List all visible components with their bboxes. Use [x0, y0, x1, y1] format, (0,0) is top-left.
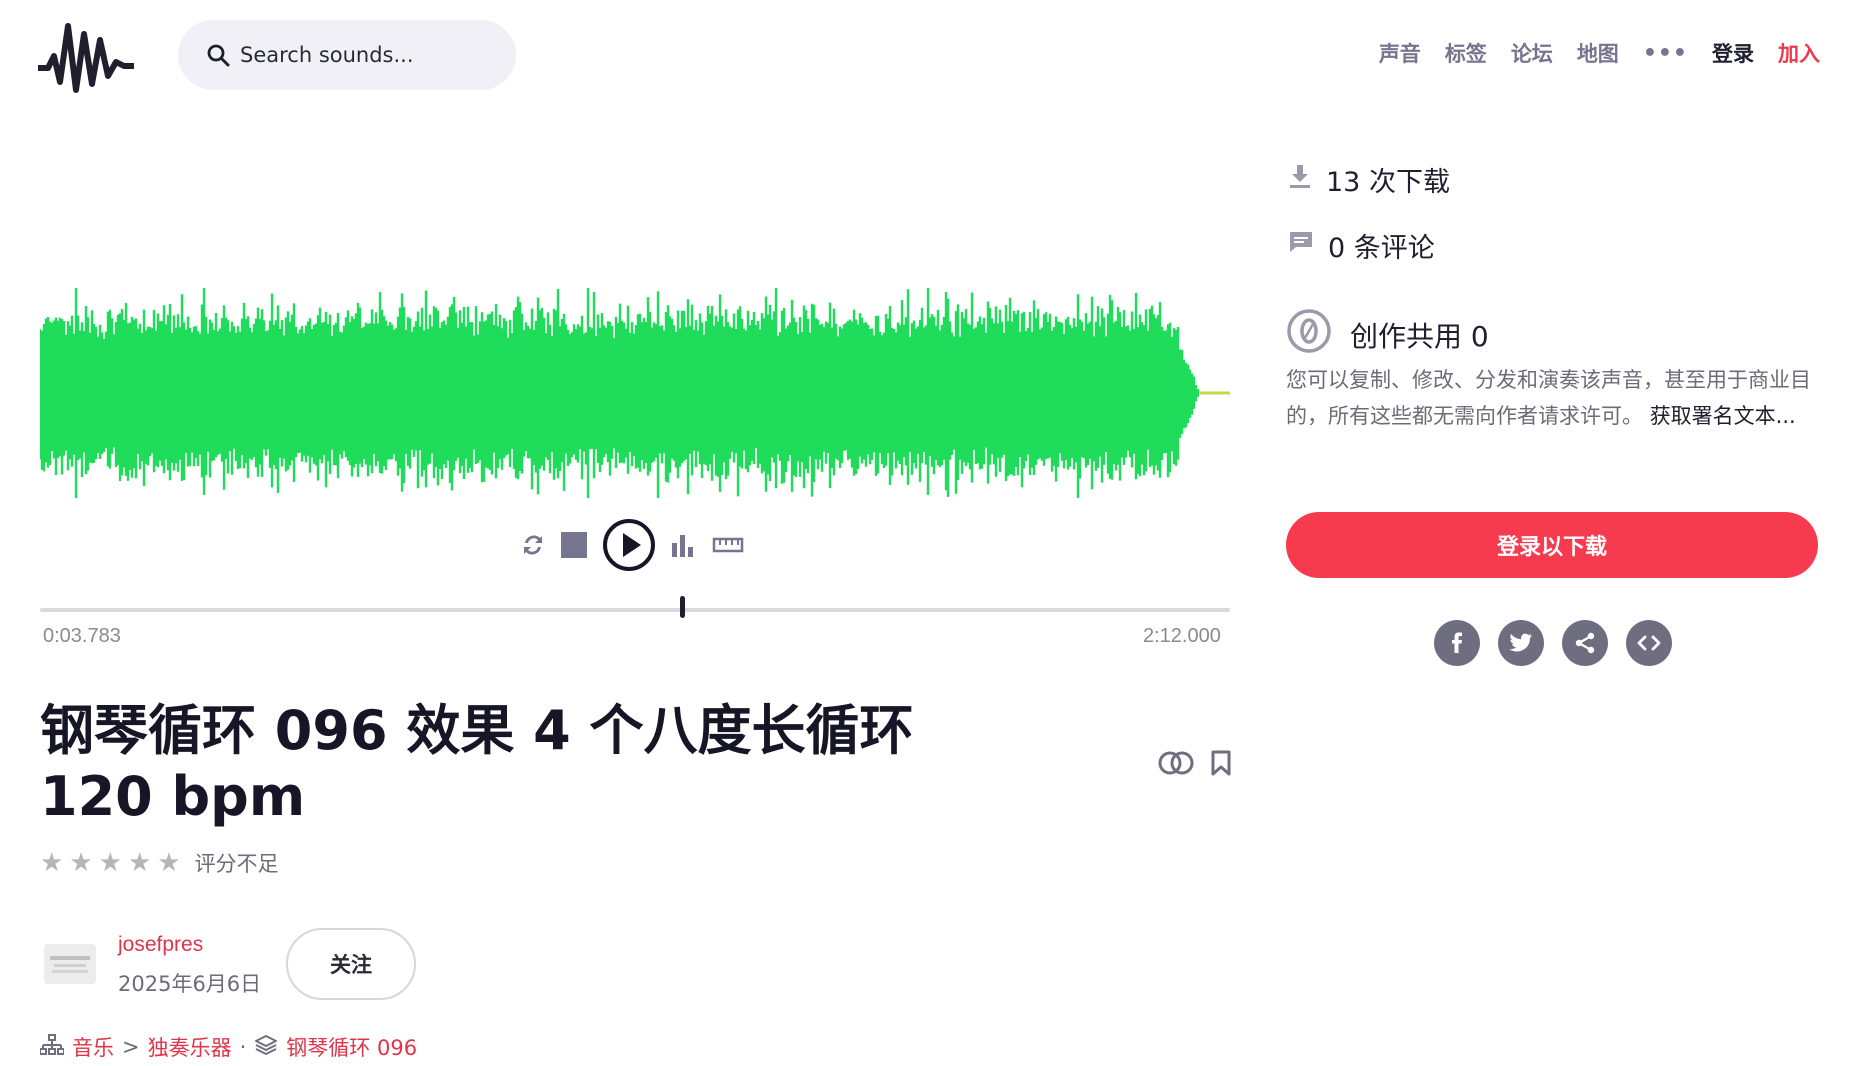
search-input[interactable]: [240, 43, 490, 67]
rating-star[interactable]: ★: [157, 848, 180, 878]
bookmark-icon[interactable]: [1210, 750, 1232, 780]
license-description: 您可以复制、修改、分发和演奏该声音，甚至用于商业目的，所有这些都无需向作者请求许…: [1286, 362, 1818, 434]
login-to-download-button[interactable]: 登录以下载: [1286, 512, 1818, 578]
progress-bar[interactable]: [40, 596, 1230, 618]
ruler-icon[interactable]: [712, 535, 744, 555]
top-nav: 声音 标签 论坛 地图 ••• 登录 加入: [1379, 38, 1820, 68]
nav-forum[interactable]: 论坛: [1511, 38, 1553, 68]
twitter-icon[interactable]: [1498, 620, 1544, 666]
stop-icon[interactable]: [560, 531, 588, 559]
logo-waveform-icon[interactable]: [38, 18, 134, 96]
download-icon: [1288, 163, 1312, 196]
play-icon[interactable]: [602, 518, 656, 572]
license-title[interactable]: 创作共用 0: [1350, 315, 1489, 355]
more-menu-icon[interactable]: •••: [1643, 41, 1688, 66]
attribution-link[interactable]: 获取署名文本...: [1650, 404, 1796, 428]
spectrogram-icon[interactable]: [670, 531, 698, 559]
comment-icon: [1288, 230, 1314, 261]
facebook-icon[interactable]: [1434, 620, 1480, 666]
sound-title: 钢琴循环 096 效果 4 个八度长循环 120 bpm: [40, 699, 914, 828]
login-link[interactable]: 登录: [1712, 38, 1754, 68]
author-link[interactable]: josefpres: [118, 933, 203, 957]
rating-star[interactable]: ★: [69, 848, 92, 878]
share-icon[interactable]: [1562, 620, 1608, 666]
search-icon: [207, 44, 230, 67]
pack-link[interactable]: 钢琴循环 096: [286, 1032, 417, 1062]
join-link[interactable]: 加入: [1778, 38, 1820, 68]
subcategory-link[interactable]: 独奏乐器: [148, 1032, 232, 1062]
nav-map[interactable]: 地图: [1577, 38, 1619, 68]
search-box[interactable]: [178, 20, 516, 90]
category-tree-icon: [39, 1033, 65, 1061]
similar-sounds-icon[interactable]: [1158, 750, 1194, 780]
comments-count: 0 条评论: [1328, 233, 1435, 264]
rating-star[interactable]: ★: [40, 848, 63, 878]
player-controls: [520, 518, 744, 572]
upload-date: 2025年6月6日: [118, 972, 262, 996]
breadcrumb-dot: ·: [239, 1035, 247, 1059]
breadcrumb-separator: >: [122, 1035, 140, 1059]
rating: ★ ★ ★ ★ ★ 评分不足: [40, 848, 279, 878]
comments-stat: 0 条评论: [1288, 226, 1435, 265]
nav-sounds[interactable]: 声音: [1379, 38, 1421, 68]
loop-icon[interactable]: [520, 531, 546, 559]
rating-text: 评分不足: [194, 852, 279, 876]
nav-tags[interactable]: 标签: [1445, 38, 1487, 68]
cc0-icon: [1286, 308, 1332, 361]
downloads-count: 13 次下载: [1326, 167, 1450, 198]
avatar[interactable]: [44, 944, 96, 984]
downloads-stat: 13 次下载: [1288, 160, 1450, 199]
progress-thumb[interactable]: [680, 596, 686, 618]
category-link[interactable]: 音乐: [72, 1032, 114, 1062]
current-time: 0:03.783: [43, 625, 121, 647]
embed-icon[interactable]: [1626, 620, 1672, 666]
title-actions: [1158, 750, 1232, 780]
total-time: 2:12.000: [1143, 625, 1221, 647]
breadcrumb: 音乐 > 独奏乐器 · 钢琴循环 096: [39, 1032, 417, 1062]
follow-button[interactable]: 关注: [286, 928, 416, 1000]
rating-star[interactable]: ★: [99, 848, 122, 878]
share-buttons: [1434, 620, 1672, 666]
rating-star[interactable]: ★: [128, 848, 151, 878]
pack-icon: [254, 1034, 278, 1061]
license-heading: 创作共用 0: [1286, 308, 1489, 361]
waveform[interactable]: [40, 288, 1230, 498]
